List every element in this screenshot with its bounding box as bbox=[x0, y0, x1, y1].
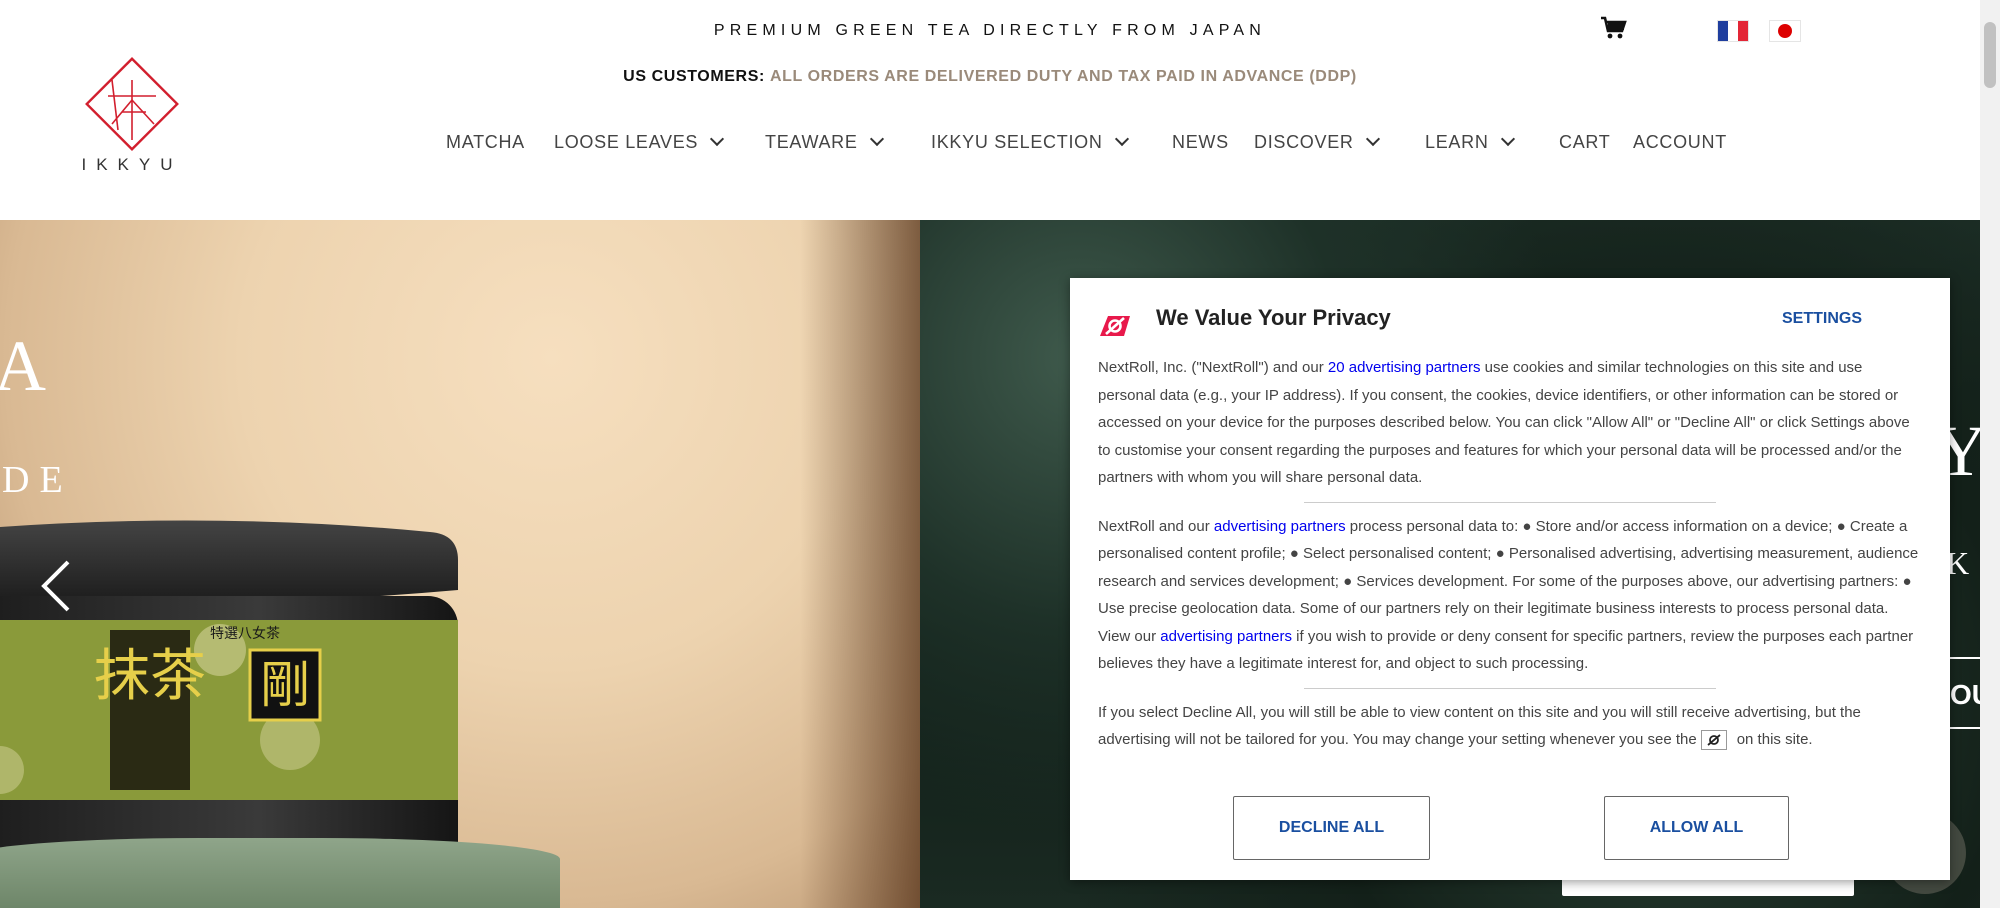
hero-left-title: A bbox=[0, 326, 50, 406]
consent-paragraph-2: NextRoll and our advertising partners pr… bbox=[1098, 517, 1919, 673]
hero-left-subtitle: DE bbox=[2, 459, 73, 501]
nav-item-discover[interactable]: DISCOVER bbox=[1254, 131, 1380, 153]
chevron-down-icon bbox=[1114, 131, 1129, 147]
shopping-cart-icon[interactable] bbox=[1600, 16, 1628, 40]
modal-body: NextRoll, Inc. ("NextRoll") and our 20 a… bbox=[1098, 354, 1924, 754]
settings-link[interactable]: SETTINGS bbox=[1782, 310, 1862, 328]
advertising-partners-link[interactable]: advertising partners bbox=[1160, 628, 1292, 645]
chevron-down-icon bbox=[710, 131, 725, 147]
tin-label-yame: 特選八女茶 bbox=[210, 625, 280, 642]
page-scrollbar[interactable] bbox=[1980, 0, 2000, 908]
consent-paragraph-3: If you select Decline All, you will stil… bbox=[1098, 699, 1924, 754]
nav-item-teaware[interactable]: TEAWARE bbox=[765, 131, 884, 153]
duty-message: ALL ORDERS ARE DELIVERED DUTY AND TAX PA… bbox=[769, 68, 1357, 85]
nav-item-learn[interactable]: LEARN bbox=[1425, 131, 1515, 153]
chevron-down-icon bbox=[869, 131, 884, 147]
nav-item-news[interactable]: NEWS bbox=[1172, 132, 1229, 153]
tin-label-go: 剛 bbox=[260, 656, 310, 714]
modal-title: We Value Your Privacy bbox=[1156, 305, 1391, 330]
decline-all-button[interactable]: DECLINE ALL bbox=[1233, 796, 1430, 860]
nav-item-account[interactable]: ACCOUNT bbox=[1633, 132, 1727, 153]
chevron-left-icon[interactable] bbox=[40, 560, 72, 612]
nav-item-matcha[interactable]: MATCHA bbox=[446, 132, 525, 153]
site-header: PREMIUM GREEN TEA DIRECTLY FROM JAPAN US… bbox=[0, 0, 1980, 220]
privacy-consent-modal: We Value Your Privacy SETTINGS NextRoll,… bbox=[1070, 278, 1950, 880]
nav-item-ikkyu-selection[interactable]: IKKYU SELECTION bbox=[931, 131, 1129, 153]
chevron-down-icon bbox=[1365, 131, 1380, 147]
advertising-partners-link[interactable]: 20 advertising partners bbox=[1328, 359, 1481, 376]
divider bbox=[1304, 687, 1716, 689]
duty-notice: US CUSTOMERS: ALL ORDERS ARE DELIVERED D… bbox=[0, 68, 1980, 86]
duty-label: US CUSTOMERS: bbox=[623, 68, 765, 85]
scrollbar-thumb[interactable] bbox=[1984, 22, 1996, 88]
nav-item-cart[interactable]: CART bbox=[1559, 132, 1610, 153]
consent-paragraph-1: NextRoll, Inc. ("NextRoll") and our 20 a… bbox=[1098, 359, 1910, 486]
hero-right-subtitle: K bbox=[1946, 545, 1974, 581]
advertising-partners-link[interactable]: advertising partners bbox=[1214, 518, 1346, 535]
nav-item-loose-leaves[interactable]: LOOSE LEAVES bbox=[554, 131, 725, 153]
nextroll-logo-icon bbox=[1100, 316, 1130, 336]
divider bbox=[1304, 501, 1716, 503]
header-tagline: PREMIUM GREEN TEA DIRECTLY FROM JAPAN bbox=[713, 22, 1267, 39]
nextroll-settings-icon[interactable] bbox=[1700, 730, 1727, 751]
logo-text: IKKYU bbox=[81, 155, 183, 174]
flag-fr-icon[interactable] bbox=[1717, 20, 1749, 42]
tin-label-matcha: 抹茶 bbox=[94, 644, 206, 709]
chevron-down-icon bbox=[1500, 131, 1515, 147]
flag-jp-icon[interactable] bbox=[1769, 20, 1801, 42]
pedestal-shape bbox=[0, 838, 560, 908]
allow-all-button[interactable]: ALLOW ALL bbox=[1604, 796, 1789, 860]
